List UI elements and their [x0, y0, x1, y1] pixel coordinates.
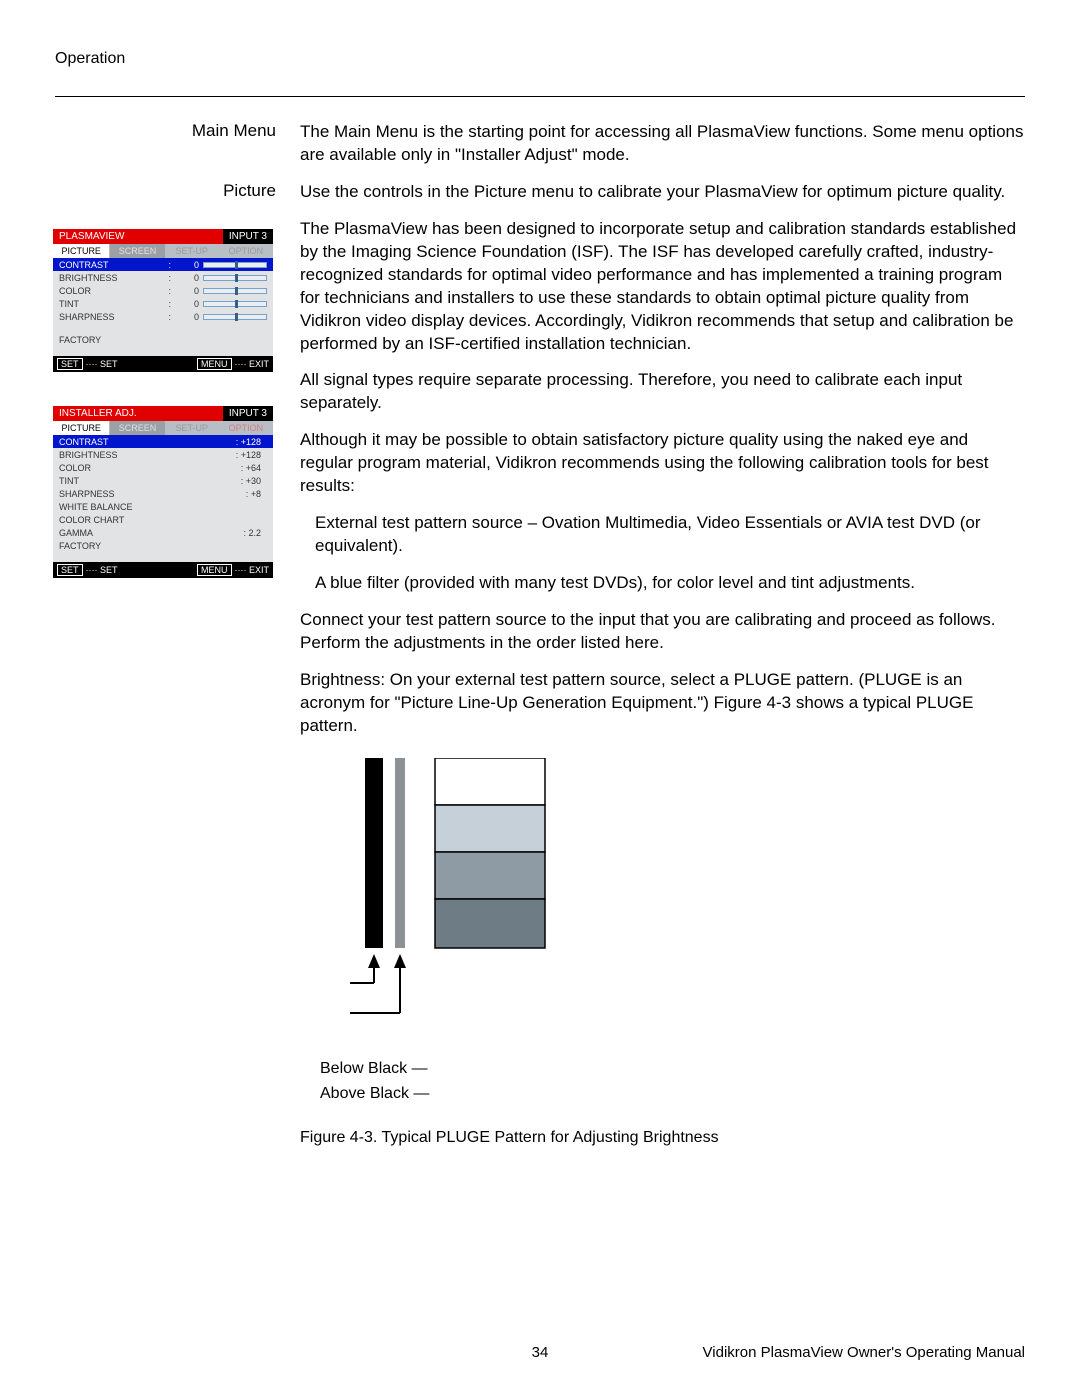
slider-icon[interactable] — [203, 262, 267, 268]
figure-caption: Figure 4-3. Typical PLUGE Pattern for Ad… — [300, 1129, 1025, 1147]
paragraph-connect: Connect your test pattern source to the … — [300, 609, 1025, 655]
osd2-title: INSTALLER ADJ. — [53, 406, 223, 421]
bullet-external: External test pattern source – Ovation M… — [315, 512, 1025, 558]
osd2-row-sharpness[interactable]: SHARPNESS : +8 — [53, 487, 273, 500]
osd2-footer-menu-box: MENU — [197, 564, 232, 576]
osd1-row-tint[interactable]: TINT: 0 — [53, 297, 273, 310]
osd2-row-factory[interactable]: FACTORY — [53, 539, 273, 552]
osd1-row-sharpness[interactable]: SHARPNESS: 0 — [53, 310, 273, 323]
horizontal-rule — [55, 96, 1025, 97]
osd2-tab-option[interactable]: OPTION — [219, 421, 273, 435]
osd2-row-whitebalance[interactable]: WHITE BALANCE — [53, 500, 273, 513]
label-above-black: Above Black — — [320, 1081, 1025, 1107]
page-number: 34 — [532, 1344, 549, 1361]
bullet-bluefilter: A blue filter (provided with many test D… — [315, 572, 1025, 595]
pluge-figure — [300, 758, 1025, 1048]
osd1-title: PLASMAVIEW — [53, 229, 223, 244]
osd-plasmaview: PLASMAVIEW INPUT 3 PICTURE SCREEN SET-UP… — [53, 229, 273, 372]
paragraph-tools: Although it may be possible to obtain sa… — [300, 429, 1025, 498]
osd2-tab-screen[interactable]: SCREEN — [110, 421, 165, 435]
osd1-row-contrast[interactable]: CONTRAST: 0 — [53, 258, 273, 271]
osd2-tab-picture[interactable]: PICTURE — [53, 421, 110, 435]
osd1-row-brightness[interactable]: BRIGHTNESS: 0 — [53, 271, 273, 284]
paragraph-isf: The PlasmaView has been designed to inco… — [300, 218, 1025, 356]
paragraph-signals: All signal types require separate proces… — [300, 369, 1025, 415]
osd2-tab-setup[interactable]: SET-UP — [166, 421, 219, 435]
label-picture: Picture — [55, 181, 300, 201]
osd2-footer-set-box: SET — [57, 564, 83, 576]
osd1-input: INPUT 3 — [223, 229, 273, 244]
osd2-row-color[interactable]: COLOR : +64 — [53, 461, 273, 474]
section-header: Operation — [55, 50, 1025, 68]
osd1-tab-option[interactable]: OPTION — [219, 244, 273, 258]
osd2-row-contrast[interactable]: CONTRAST : +128 — [53, 435, 273, 448]
text-main-menu: The Main Menu is the starting point for … — [300, 121, 1025, 167]
osd1-tab-screen[interactable]: SCREEN — [110, 244, 165, 258]
osd1-footer-set-box: SET — [57, 358, 83, 370]
osd2-row-brightness[interactable]: BRIGHTNESS : +128 — [53, 448, 273, 461]
slider-icon[interactable] — [203, 275, 267, 281]
osd2-row-tint[interactable]: TINT : +30 — [53, 474, 273, 487]
paragraph-brightness: Brightness: On your external test patter… — [300, 669, 1025, 738]
text-picture-intro: Use the controls in the Picture menu to … — [300, 181, 1025, 204]
slider-icon[interactable] — [203, 314, 267, 320]
label-below-black: Below Black — — [320, 1056, 1025, 1082]
osd2-input: INPUT 3 — [223, 406, 273, 421]
osd1-tab-setup[interactable]: SET-UP — [166, 244, 219, 258]
pluge-svg — [300, 758, 640, 1048]
doc-title-footer: Vidikron PlasmaView Owner's Operating Ma… — [703, 1344, 1025, 1361]
osd1-row-color[interactable]: COLOR: 0 — [53, 284, 273, 297]
osd-installer: INSTALLER ADJ. INPUT 3 PICTURE SCREEN SE… — [53, 406, 273, 578]
osd1-tab-picture[interactable]: PICTURE — [53, 244, 110, 258]
slider-icon[interactable] — [203, 288, 267, 294]
slider-icon[interactable] — [203, 301, 267, 307]
osd1-footer-menu-box: MENU — [197, 358, 232, 370]
osd2-row-colorchart[interactable]: COLOR CHART — [53, 513, 273, 526]
osd2-row-gamma[interactable]: GAMMA : 2.2 — [53, 526, 273, 539]
label-main-menu: Main Menu — [55, 121, 300, 141]
osd1-row-factory[interactable]: FACTORY — [53, 333, 273, 346]
